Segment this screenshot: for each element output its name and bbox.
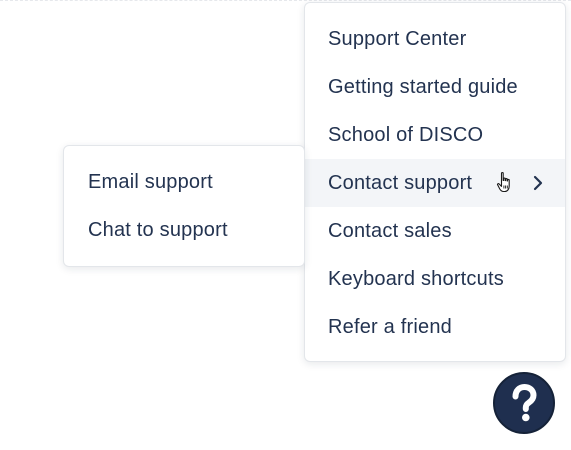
menu-item-keyboard-shortcuts[interactable]: Keyboard shortcuts: [305, 255, 565, 303]
menu-item-label: Support Center: [328, 28, 467, 50]
submenu-item-label: Chat to support: [88, 219, 228, 241]
question-mark-icon: [512, 384, 537, 422]
menu-item-support-center[interactable]: Support Center: [305, 15, 565, 63]
help-menu: Support Center Getting started guide Sch…: [304, 2, 566, 362]
menu-item-label: School of DISCO: [328, 124, 484, 146]
submenu-item-email-support[interactable]: Email support: [64, 158, 304, 206]
menu-item-contact-support[interactable]: Contact support: [305, 159, 565, 207]
submenu-item-chat-to-support[interactable]: Chat to support: [64, 206, 304, 254]
menu-item-refer-a-friend[interactable]: Refer a friend: [305, 303, 565, 351]
top-divider: [0, 0, 571, 1]
submenu-item-label: Email support: [88, 171, 213, 193]
menu-item-getting-started-guide[interactable]: Getting started guide: [305, 63, 565, 111]
contact-support-submenu: Email support Chat to support: [63, 145, 305, 267]
hand-pointer-cursor-icon: [496, 171, 510, 193]
menu-item-label: Contact sales: [328, 220, 452, 242]
menu-item-label: Getting started guide: [328, 76, 518, 98]
menu-item-label: Contact support: [328, 172, 473, 194]
menu-item-label: Refer a friend: [328, 316, 452, 338]
menu-item-label: Keyboard shortcuts: [328, 268, 504, 290]
menu-item-school-of-disco[interactable]: School of DISCO: [305, 111, 565, 159]
help-menu-stage: Support Center Getting started guide Sch…: [0, 0, 571, 450]
chevron-right-icon: [533, 175, 543, 191]
menu-item-contact-sales[interactable]: Contact sales: [305, 207, 565, 255]
help-button[interactable]: [493, 372, 555, 434]
